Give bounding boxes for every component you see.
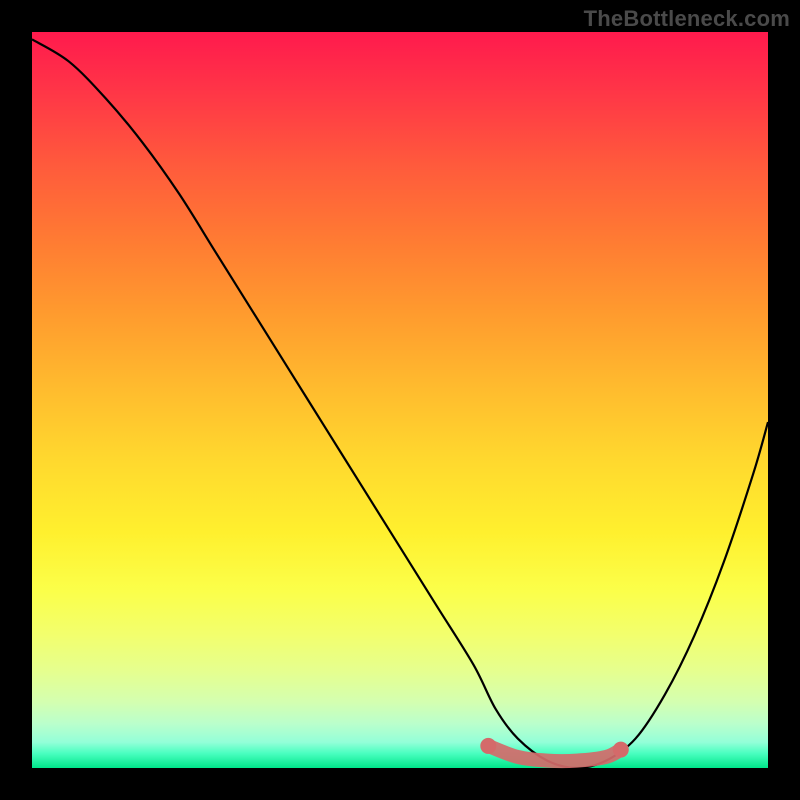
chart-frame: TheBottleneck.com xyxy=(0,0,800,800)
watermark-text: TheBottleneck.com xyxy=(584,6,790,32)
optimal-zone-endpoint xyxy=(613,742,629,758)
optimal-zone-endpoint xyxy=(480,738,496,754)
curve-layer xyxy=(0,0,800,800)
bottleneck-curve xyxy=(32,39,768,768)
optimal-zone-highlight xyxy=(488,746,620,761)
